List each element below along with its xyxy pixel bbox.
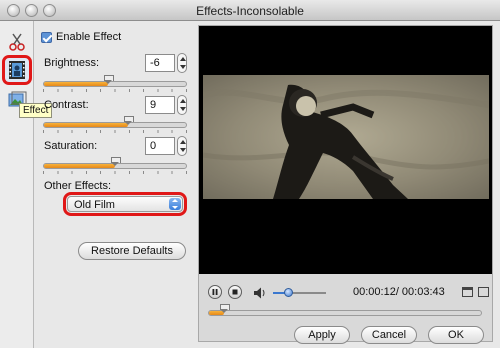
time-display: 00:00:12/ 00:03:43: [353, 286, 445, 298]
pause-button[interactable]: [208, 285, 222, 299]
window-title: Effects-Inconsolable: [196, 4, 304, 18]
enable-effect-label: Enable Effect: [56, 31, 122, 43]
volume-knob[interactable]: [283, 288, 293, 297]
brightness-slider-fill: [44, 82, 108, 86]
tool-strip: Effect: [0, 21, 53, 348]
trim-tool-button[interactable]: [4, 29, 30, 55]
effects-panel: Enable Effect Brightness: -6 Contrast: 9…: [35, 21, 195, 348]
other-effects-select[interactable]: Old Film: [67, 196, 183, 212]
saturation-slider-fill: [44, 164, 115, 168]
brightness-slider-thumb[interactable]: [103, 75, 114, 84]
volume-slider[interactable]: [273, 288, 326, 297]
other-effects-value: Old Film: [74, 199, 115, 211]
apply-button[interactable]: Apply: [294, 326, 350, 344]
saturation-input[interactable]: 0: [145, 137, 175, 155]
contrast-ticks: [43, 130, 187, 133]
video-frame-image: [203, 75, 489, 199]
contrast-slider-fill: [44, 123, 128, 127]
restore-defaults-button[interactable]: Restore Defaults: [78, 242, 186, 260]
enable-effect-row[interactable]: Enable Effect: [41, 31, 121, 43]
saturation-ticks: [43, 171, 187, 174]
stop-icon: [232, 289, 238, 295]
contrast-input[interactable]: 9: [145, 96, 175, 114]
select-arrows-icon: [169, 198, 181, 210]
brightness-ticks: [43, 89, 187, 92]
contrast-label: Contrast:: [44, 99, 89, 111]
saturation-slider-thumb[interactable]: [111, 157, 121, 166]
fullscreen-icon[interactable]: [478, 287, 489, 297]
saturation-label: Saturation:: [44, 140, 98, 152]
seek-slider[interactable]: [208, 304, 482, 316]
pause-icon: [212, 289, 218, 295]
seek-thumb[interactable]: [219, 304, 230, 313]
stop-button[interactable]: [228, 285, 242, 299]
snapshot-window-icon[interactable]: [462, 287, 473, 297]
cancel-button[interactable]: Cancel: [361, 326, 417, 344]
saturation-slider[interactable]: [43, 157, 187, 169]
speaker-icon[interactable]: [253, 286, 267, 300]
other-effects-label: Other Effects:: [44, 180, 112, 192]
contrast-slider-thumb[interactable]: [123, 116, 134, 125]
brightness-input[interactable]: -6: [145, 54, 175, 72]
brightness-stepper[interactable]: [177, 53, 187, 73]
scissors-icon: [9, 33, 25, 51]
other-effects-highlight: Old Film: [63, 192, 187, 216]
film-effect-icon: [9, 61, 25, 79]
video-frame: [203, 75, 489, 199]
video-preview: [199, 26, 492, 274]
effect-tool-button[interactable]: [2, 55, 32, 85]
player-controls: 00:00:12/ 00:03:43: [199, 283, 492, 303]
brightness-label: Brightness:: [44, 57, 100, 69]
title-bar: Effects-Inconsolable: [0, 0, 500, 21]
preview-panel: 00:00:12/ 00:03:43 Apply Cancel OK: [198, 25, 493, 344]
enable-effect-checkbox[interactable]: [41, 31, 52, 43]
contrast-slider[interactable]: [43, 116, 187, 128]
contrast-stepper[interactable]: [177, 95, 187, 115]
brightness-slider[interactable]: [43, 75, 187, 87]
ok-button[interactable]: OK: [428, 326, 484, 344]
saturation-stepper[interactable]: [177, 136, 187, 156]
